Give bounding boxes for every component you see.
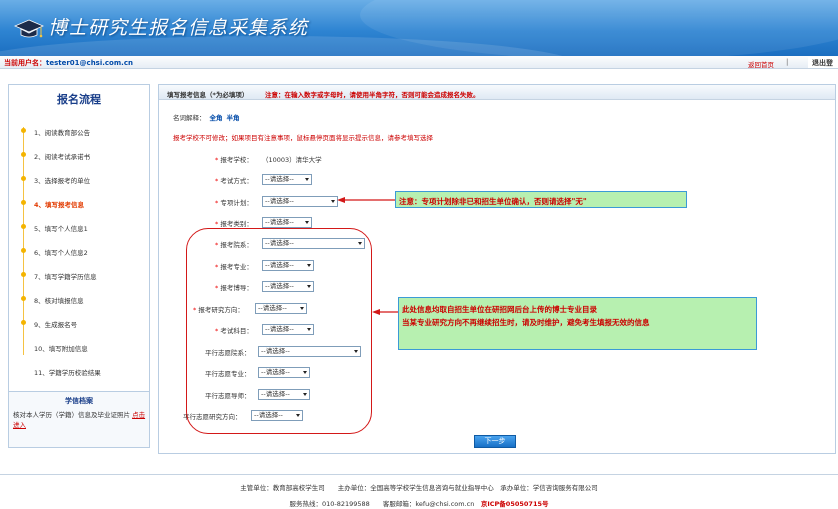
logout-button[interactable]: 退出登 [808, 57, 838, 68]
step-dot-icon [21, 128, 26, 133]
form-section-warning: 注意：在输入数字或字母时，请使用半角字符，否则可能会造成报名失败。 [265, 91, 480, 99]
step-label: 6、填写个人信息2 [34, 249, 88, 257]
charset-full-link[interactable]: 全角 [210, 114, 223, 122]
category-select[interactable]: --请选择-- [262, 217, 312, 228]
chevron-down-icon [305, 178, 309, 181]
field-label: * 专项计划： [215, 199, 253, 207]
annotation-catalog-line1: 此处信息均取自招生单位在研招网后台上传的博士专业目录 [402, 305, 597, 314]
user-bar: 当前用户名：tester01@chsi.com.cn 返回首页 | 退出登 [0, 56, 838, 69]
form-header: 填写报考信息（*为必填项） 注意：在输入数字或字母时，请使用半角字符，否则可能会… [159, 85, 835, 100]
step-item[interactable]: 1、阅读教育部公告 [21, 127, 149, 137]
step-label: 11、学籍学历校验结果 [34, 369, 101, 377]
step-dot-icon [21, 176, 26, 181]
user-label: 当前用户名： [4, 59, 46, 67]
archive-box: 学信档案 核对本人学历（学籍）信息及毕业证照片 点击进入 [9, 391, 149, 447]
step-item-active[interactable]: 4、填写报考信息 [21, 199, 149, 209]
graduation-cap-icon [14, 19, 44, 38]
step-dot-icon [21, 152, 26, 157]
footer-contact: 服务热线：010-82199588 客服邮箱：kefu@chsi.com.cn … [0, 498, 838, 508]
step-item[interactable]: 6、填写个人信息2 [21, 247, 149, 257]
step-dot-icon [21, 320, 26, 325]
annotation-special-plan: 注意：专项计划除非已和招生单位确认，否则请选择"无" [395, 191, 687, 208]
step-item[interactable]: 11、学籍学历校验结果 [21, 367, 149, 377]
exam-mode-select[interactable]: --请选择-- [262, 174, 312, 185]
field-row-school: * 报考学校： （10003）清华大学 [159, 153, 835, 165]
step-label: 7、填写学籍学历信息 [34, 273, 97, 281]
step-label: 1、阅读教育部公告 [34, 129, 91, 137]
step-label: 4、填写报考信息 [34, 201, 85, 209]
step-label: 8、核对填报信息 [34, 297, 84, 305]
site-footer: 主管单位：教育部高校学生司 主办单位：全国高等学校学生信息咨询与就业指导中心 承… [0, 474, 838, 509]
field-label: * 考试方式： [215, 177, 253, 185]
special-plan-select[interactable]: --请选择-- [262, 196, 338, 207]
step-label: 3、选择报考的单位 [34, 177, 91, 185]
step-dot-icon [21, 224, 26, 229]
footer-icp[interactable]: 京ICP备05050715号 [481, 500, 549, 508]
annotation-catalog: 此处信息均取自招生单位在研招网后台上传的博士专业目录 当某专业研究方向不再继续招… [398, 297, 757, 350]
annotation-catalog-line2: 当某专业研究方向不再继续招生时，请及时维护，避免考生填报无效的信息 [402, 318, 650, 327]
chevron-down-icon [331, 200, 335, 203]
field-row-exam-mode: * 考试方式： --请选择-- [159, 174, 835, 186]
archive-text: 核对本人学历（学籍）信息及毕业证照片 点击进入 [13, 410, 147, 430]
step-item[interactable]: 2、阅读考试承诺书 [21, 151, 149, 161]
step-item[interactable]: 3、选择报考的单位 [21, 175, 149, 185]
charset-explanation: 名词解释： 全角 半角 [173, 112, 240, 122]
step-label: 5、填写个人信息1 [34, 225, 88, 233]
home-link[interactable]: 返回首页 [748, 59, 774, 69]
charset-label: 名词解释： [173, 114, 206, 122]
process-sidebar: 报名流程 1、阅读教育部公告 2、阅读考试承诺书 3、选择报考的单位 4、填写报… [8, 84, 150, 448]
archive-description: 核对本人学历（学籍）信息及毕业证照片 [13, 411, 130, 419]
charset-half-link[interactable]: 半角 [227, 114, 240, 122]
chevron-down-icon [305, 221, 309, 224]
step-item[interactable]: 5、填写个人信息1 [21, 223, 149, 233]
school-value: （10003）清华大学 [262, 156, 322, 164]
step-item[interactable]: 10、填写附加信息 [21, 343, 149, 353]
step-dot-icon [21, 248, 26, 253]
step-item[interactable]: 9、生成报名号 [21, 319, 149, 329]
step-label: 10、填写附加信息 [34, 345, 88, 353]
current-user: 当前用户名：tester01@chsi.com.cn [4, 58, 133, 68]
step-item[interactable]: 8、核对填报信息 [21, 295, 149, 305]
highlight-oval [186, 228, 372, 434]
footer-hotline: 服务热线：010-82199588 客服邮箱：kefu@chsi.com.cn [289, 500, 475, 508]
user-email: tester01@chsi.com.cn [46, 59, 133, 67]
site-header: 博士研究生报名信息采集系统 [0, 0, 838, 56]
step-dot-icon [21, 296, 26, 301]
field-label: * 报考类别： [215, 220, 253, 228]
form-notice: 报考学校不可修改；如果项目有注意事项，鼠标悬停页面将显示提示信息，请参考填写选择 [173, 134, 433, 142]
step-label: 9、生成报名号 [34, 321, 78, 329]
form-section-title: 填写报考信息（*为必填项） [167, 91, 249, 99]
userbar-separator: | [786, 58, 789, 66]
step-dot-icon [21, 200, 26, 205]
site-title: 博士研究生报名信息采集系统 [48, 17, 309, 39]
step-label: 2、阅读考试承诺书 [34, 153, 91, 161]
footer-organizers: 主管单位：教育部高校学生司 主办单位：全国高等学校学生信息咨询与就业指导中心 承… [240, 484, 598, 492]
step-dot-icon [21, 272, 26, 277]
archive-title: 学信档案 [65, 397, 93, 405]
next-step-button[interactable]: 下一步 [474, 435, 516, 448]
step-item[interactable]: 7、填写学籍学历信息 [21, 271, 149, 281]
field-label: * 报考学校： [215, 156, 253, 164]
sidebar-title: 报名流程 [57, 93, 101, 106]
